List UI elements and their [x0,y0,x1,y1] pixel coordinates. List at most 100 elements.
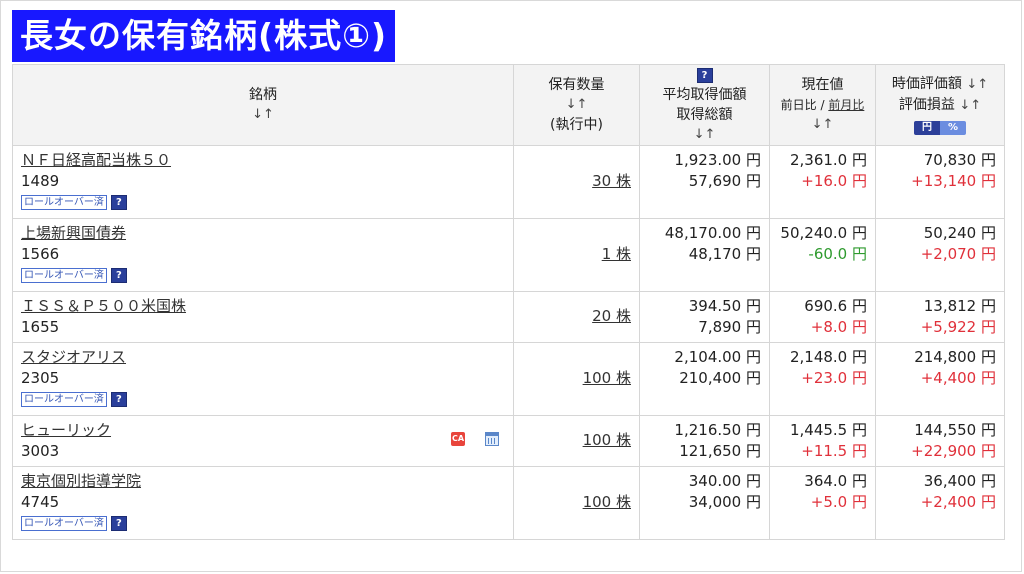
table-row: ＮＦ日経高配当株５０ 1489 ロールオーバー済? 30 株 1,923.00 … [12,145,1005,219]
sort-avg-icon[interactable]: ↓↑ [644,125,765,145]
col-header-price-label: 現在値 [801,77,844,93]
avg-total: 7,890 円 [698,318,761,336]
col-header-avg: ? 平均取得価額 取得総額 ↓↑ [639,64,770,146]
stock-name-link[interactable]: ＮＦ日経高配当株５０ [21,150,505,171]
help-icon[interactable]: ? [110,515,127,531]
market-value: 214,800 円 [914,348,996,366]
qty-link[interactable]: 100 株 [583,431,631,449]
help-icon[interactable]: ? [110,391,127,407]
avg-price: 394.50 円 [688,297,761,315]
eval-cell: 13,812 円 +5,922 円 [875,291,1005,343]
table-row: 上場新興国債券 1566 ロールオーバー済? 1 株 48,170.00 円 4… [12,218,1005,292]
price-cell: 2,361.0 円 +16.0 円 [769,145,876,219]
stock-code: 3003 [21,442,60,460]
qty-link[interactable]: 30 株 [592,172,631,190]
sort-eval-icon[interactable]: ↓↑ [966,77,988,92]
stock-name-link[interactable]: 東京個別指導学院 [21,471,505,492]
table-row: スタジオアリス 2305 ロールオーバー済? 100 株 2,104.00 円 … [12,342,1005,416]
avg-total: 34,000 円 [688,493,761,511]
current-price: 50,240.0 円 [780,224,867,242]
stock-name-link[interactable]: ＩＳＳ＆Ｐ５００米国株 [21,296,505,317]
market-value: 70,830 円 [923,151,996,169]
col-header-name-label: 銘柄 [249,87,277,103]
stock-name-link[interactable]: 上場新興国債券 [21,223,505,244]
avg-cell: 48,170.00 円 48,170 円 [639,218,770,292]
price-cell: 1,445.5 円 +11.5 円 [769,415,876,467]
price-cell: 690.6 円 +8.0 円 [769,291,876,343]
table-header-row: 銘柄 ↓↑ 保有数量 ↓↑ (執行中) ? 平均取得価額 取得総額 ↓↑ 現在値… [12,64,1005,146]
current-price: 2,148.0 円 [789,348,867,366]
col-header-qty: 保有数量 ↓↑ (執行中) [513,64,640,146]
avg-total: 57,690 円 [688,172,761,190]
unrealized-pl: +13,140 円 [911,172,996,190]
unrealized-pl: +4,400 円 [920,369,996,387]
unit-toggle: 円 % [913,121,967,135]
help-icon[interactable]: ? [110,194,127,210]
price-month-change-link[interactable]: 前月比 [828,98,864,112]
rollover-badge: ロールオーバー済 [21,267,107,283]
market-value: 36,400 円 [923,472,996,490]
qty-link[interactable]: 100 株 [583,369,631,387]
col-header-eval-label: 時価評価額 [891,76,962,92]
price-change: +23.0 円 [801,369,867,387]
stock-cell: 上場新興国債券 1566 ロールオーバー済? [12,218,514,292]
price-change: +5.0 円 [810,493,867,511]
avg-cell: 394.50 円 7,890 円 [639,291,770,343]
qty-cell: 30 株 [513,145,640,219]
market-value: 144,550 円 [914,421,996,439]
unrealized-pl: +2,070 円 [920,245,996,263]
sort-name-icon[interactable]: ↓↑ [17,105,509,125]
avg-cell: 2,104.00 円 210,400 円 [639,342,770,416]
avg-price: 1,923.00 円 [674,151,761,169]
current-price: 1,445.5 円 [789,421,867,439]
col-header-pl-label: 評価損益 [898,97,955,113]
help-icon[interactable]: ? [696,67,713,83]
stock-name-link[interactable]: スタジオアリス [21,347,505,368]
col-header-total-label: 取得総額 [676,107,733,123]
toggle-yen-button[interactable]: 円 [913,121,940,135]
qty-link[interactable]: 1 株 [602,245,631,263]
avg-total: 48,170 円 [688,245,761,263]
qty-cell: 100 株 [513,415,640,467]
col-header-avg-label: 平均取得価額 [662,87,747,103]
help-icon[interactable]: ? [110,267,127,283]
stock-cell: 東京個別指導学院 4745 ロールオーバー済? [12,466,514,540]
stock-cell: スタジオアリス 2305 ロールオーバー済? [12,342,514,416]
sort-qty-icon[interactable]: ↓↑ [518,95,635,115]
current-price: 690.6 円 [804,297,867,315]
price-change: +8.0 円 [810,318,867,336]
current-price: 2,361.0 円 [789,151,867,169]
qty-cell: 100 株 [513,342,640,416]
holdings-table: 銘柄 ↓↑ 保有数量 ↓↑ (執行中) ? 平均取得価額 取得総額 ↓↑ 現在値… [12,64,1005,540]
avg-cell: 1,923.00 円 57,690 円 [639,145,770,219]
price-cell: 364.0 円 +5.0 円 [769,466,876,540]
table-row: 東京個別指導学院 4745 ロールオーバー済? 100 株 340.00 円 3… [12,466,1005,540]
avg-total: 210,400 円 [679,369,761,387]
qty-link[interactable]: 100 株 [583,493,631,511]
eval-cell: 50,240 円 +2,070 円 [875,218,1005,292]
unrealized-pl: +5,922 円 [920,318,996,336]
sort-price-icon[interactable]: ↓↑ [774,115,871,135]
stock-code: 4745 [21,493,60,511]
corporate-action-icon[interactable]: CA [451,432,465,446]
price-change: +11.5 円 [801,442,867,460]
price-change: -60.0 円 [808,245,867,263]
avg-total: 121,650 円 [679,442,761,460]
market-value: 13,812 円 [923,297,996,315]
qty-cell: 100 株 [513,466,640,540]
stock-name-link[interactable]: ヒューリック [21,420,505,441]
qty-link[interactable]: 20 株 [592,307,631,325]
price-day-change-label: 前日比 [780,98,817,112]
stock-code: 1489 [21,172,60,190]
calendar-icon[interactable] [485,432,499,446]
col-header-price: 現在値 前日比 / 前月比 ↓↑ [769,64,876,146]
eval-cell: 36,400 円 +2,400 円 [875,466,1005,540]
qty-cell: 1 株 [513,218,640,292]
toggle-percent-button[interactable]: % [939,121,967,135]
stock-code: 1655 [21,318,60,336]
sort-pl-icon[interactable]: ↓↑ [959,98,981,113]
qty-cell: 20 株 [513,291,640,343]
eval-cell: 144,550 円 +22,900 円 [875,415,1005,467]
stock-code: 2305 [21,369,60,387]
eval-cell: 70,830 円 +13,140 円 [875,145,1005,219]
